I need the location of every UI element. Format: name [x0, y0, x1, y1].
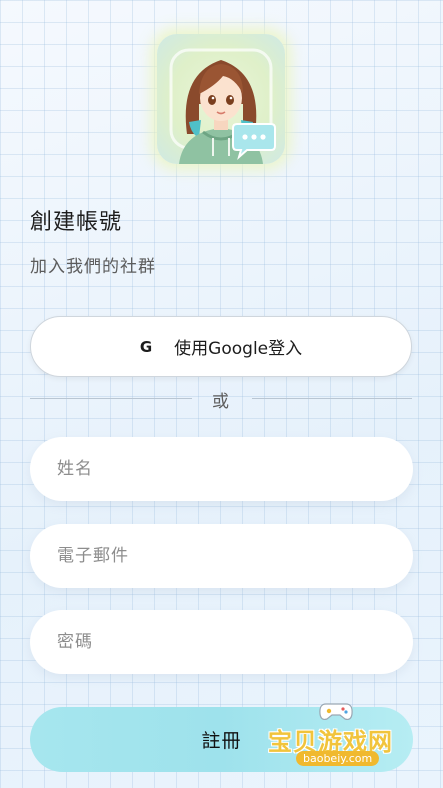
divider-label: 或 — [212, 392, 229, 412]
google-signin-button[interactable]: G 使用Google登入 — [30, 316, 412, 377]
watermark: 宝贝游戏网 baobeiy.com — [268, 700, 418, 775]
password-field[interactable] — [30, 610, 413, 674]
watermark-url: baobeiy.com — [296, 751, 380, 766]
email-input[interactable] — [55, 545, 389, 567]
chat-bubble-icon — [232, 123, 276, 160]
name-field[interactable] — [30, 437, 413, 501]
register-label: 註冊 — [201, 730, 242, 752]
divider-line-left — [30, 398, 192, 399]
google-icon: G — [139, 337, 153, 356]
email-field[interactable] — [30, 524, 413, 588]
page-subtitle: 加入我們的社群 — [30, 257, 156, 277]
gamepad-icon — [319, 703, 353, 721]
app-logo — [157, 34, 285, 164]
name-input[interactable] — [55, 458, 389, 480]
password-input[interactable] — [55, 631, 389, 653]
divider-line-right — [252, 398, 412, 399]
google-signin-label: 使用Google登入 — [174, 339, 303, 359]
page-title: 創建帳號 — [30, 210, 123, 235]
